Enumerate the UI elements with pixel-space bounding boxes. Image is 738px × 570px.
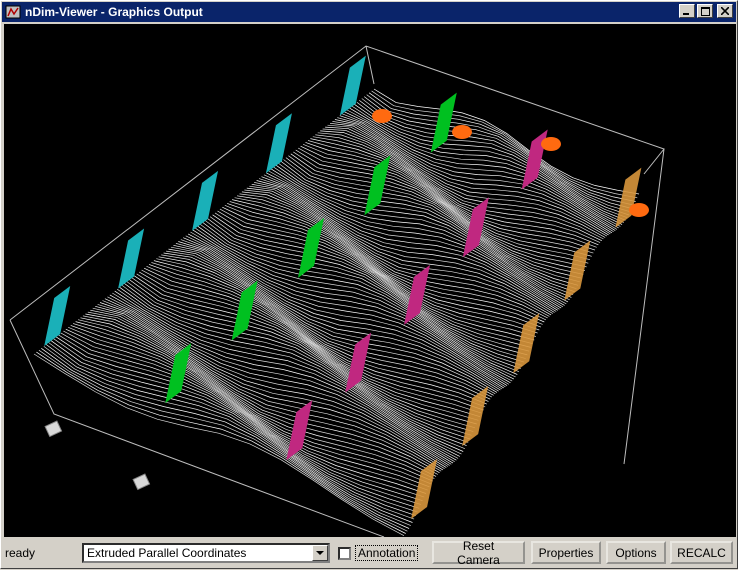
axis-handle [132, 473, 151, 491]
reset-camera-button[interactable]: Reset Camera [432, 539, 525, 567]
app-window: nDim-Viewer - Graphics Output ready Extr… [0, 0, 738, 569]
minimize-button[interactable] [679, 4, 695, 18]
minimize-icon [683, 13, 689, 15]
close-button[interactable] [717, 4, 733, 18]
annotation-label[interactable]: Annotation [355, 545, 419, 561]
maximize-icon [700, 6, 710, 16]
marker-point [629, 203, 649, 217]
title-bar[interactable]: nDim-Viewer - Graphics Output [2, 2, 736, 22]
annotation-toggle[interactable]: Annotation [338, 545, 419, 561]
annotation-checkbox[interactable] [338, 546, 351, 560]
recalc-button[interactable]: RECALC [670, 541, 733, 564]
status-bar: ready Extruded Parallel Coordinates Anno… [1, 538, 738, 570]
window-controls [679, 4, 733, 18]
status-text: ready [5, 546, 36, 560]
properties-button[interactable]: Properties [531, 541, 601, 564]
marker-point [452, 125, 472, 139]
chevron-down-icon [316, 550, 324, 555]
mode-select-arrow[interactable] [312, 545, 328, 561]
mode-select[interactable]: Extruded Parallel Coordinates [82, 543, 330, 563]
close-icon [721, 7, 729, 15]
axis-handle [44, 420, 63, 438]
scene-canvas [9, 45, 665, 537]
graphics-viewport[interactable] [4, 24, 736, 537]
mode-select-value: Extruded Parallel Coordinates [87, 546, 247, 560]
marker-point [372, 109, 392, 123]
options-button[interactable]: Options [606, 541, 666, 564]
app-icon[interactable] [5, 4, 21, 20]
surface-mesh [33, 88, 640, 537]
marker-point [541, 137, 561, 151]
maximize-button[interactable] [697, 4, 713, 18]
window-title: nDim-Viewer - Graphics Output [25, 5, 203, 19]
